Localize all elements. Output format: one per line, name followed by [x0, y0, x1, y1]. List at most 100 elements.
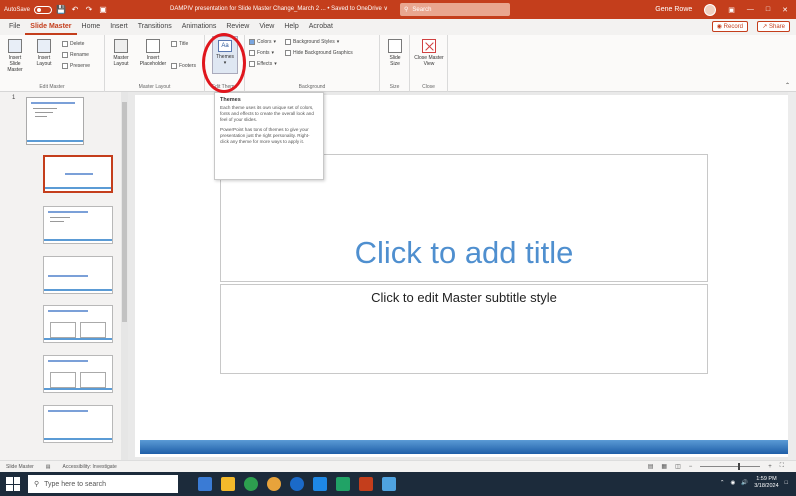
search-placeholder: Search	[412, 6, 432, 13]
user-name[interactable]: Gene Rowe	[655, 6, 692, 13]
delete-button[interactable]: Delete	[62, 41, 84, 47]
hide-background-graphics-label: Hide Background Graphics	[293, 50, 353, 56]
maximize-icon[interactable]: □	[766, 6, 770, 13]
avatar[interactable]	[704, 3, 717, 16]
network-icon[interactable]: ◉	[731, 480, 736, 486]
rename-button[interactable]: Rename	[62, 52, 89, 58]
undo-icon[interactable]: ↶	[70, 5, 80, 15]
layout-thumbnail[interactable]	[43, 155, 113, 193]
zoom-slider[interactable]	[700, 463, 761, 470]
layout-thumbnail[interactable]	[43, 355, 113, 393]
fit-slide-icon[interactable]: ⛶	[780, 463, 784, 470]
title-checkbox[interactable]: Title	[171, 41, 188, 47]
rename-icon	[62, 52, 68, 58]
tab-insert[interactable]: Insert	[105, 19, 133, 35]
clock[interactable]: 1:59 PM 3/18/2024	[754, 476, 778, 490]
language-icon[interactable]: ▤	[46, 464, 51, 470]
slide-size-button[interactable]: Slide Size	[384, 39, 406, 67]
master-thumbnail[interactable]	[26, 97, 84, 145]
file-explorer-icon[interactable]	[221, 477, 235, 491]
reading-view-icon[interactable]: ◫	[675, 463, 681, 470]
search-box[interactable]: ⚲ Search	[400, 3, 510, 16]
document-title[interactable]: DAMPIV presentation for Slide Master Cha…	[170, 5, 388, 12]
powerpoint-icon[interactable]	[359, 477, 373, 491]
view-status: Slide Master	[6, 463, 34, 470]
insert-slide-master-button[interactable]: Insert Slide Master	[3, 39, 27, 73]
volume-icon[interactable]: 🔊	[741, 480, 748, 486]
status-bar: Slide Master ▤ Accessibility: Investigat…	[0, 460, 796, 472]
ribbon-display-icon[interactable]: ▣	[728, 6, 735, 14]
autosave-toggle[interactable]	[34, 5, 53, 14]
zoom-out-icon[interactable]: −	[689, 464, 693, 470]
subtitle-placeholder[interactable]: Click to edit Master subtitle style	[220, 284, 708, 374]
collapse-ribbon-icon[interactable]: ⌃	[785, 82, 790, 89]
notifications-icon[interactable]: □	[785, 480, 788, 486]
layout-thumbnail[interactable]	[43, 405, 113, 443]
task-view-icon[interactable]	[198, 477, 212, 491]
master-layout-button[interactable]: Master Layout	[109, 39, 133, 67]
record-label: Record	[723, 24, 743, 30]
save-icon[interactable]: 💾	[56, 5, 66, 15]
tab-slide-master[interactable]: Slide Master	[25, 19, 77, 35]
chevron-up-icon[interactable]: ⌃	[720, 480, 725, 486]
slide-sorter-icon[interactable]: ▦	[661, 463, 667, 470]
scrollbar-thumb[interactable]	[122, 102, 127, 322]
group-label-close: Close	[422, 84, 435, 90]
checkbox-icon	[171, 41, 177, 47]
effects-label: Effects	[257, 61, 273, 67]
layout-thumbnail[interactable]	[43, 206, 113, 244]
tab-transitions[interactable]: Transitions	[133, 19, 177, 35]
taskbar-search[interactable]: ⚲ Type here to search	[28, 475, 178, 493]
delete-icon	[62, 41, 68, 47]
windows-start-icon[interactable]	[6, 477, 20, 491]
background-styles-dropdown[interactable]: Background Styles ▾	[285, 39, 339, 45]
tab-home[interactable]: Home	[77, 19, 106, 35]
close-master-view-icon	[422, 39, 436, 53]
title-checkbox-label: Title	[179, 41, 189, 47]
zoom-in-icon[interactable]: +	[768, 464, 772, 470]
share-button[interactable]: ↗ Share	[757, 21, 790, 32]
insert-placeholder-button[interactable]: Insert Placeholder	[139, 39, 167, 67]
slide-subtitle: Click to edit Master subtitle style	[371, 290, 557, 305]
tab-acrobat[interactable]: Acrobat	[304, 19, 338, 35]
preserve-icon	[62, 63, 68, 69]
taskbar-search-placeholder: Type here to search	[44, 480, 107, 488]
group-label-size: Size	[389, 84, 400, 90]
record-button[interactable]: ◉ Record	[711, 21, 748, 32]
edge-icon[interactable]	[244, 477, 258, 491]
tab-file[interactable]: File	[4, 19, 25, 35]
slide-title: Click to add title	[354, 235, 574, 270]
fonts-dropdown[interactable]: Fonts ▾	[249, 50, 274, 56]
insert-layout-button[interactable]: Insert Layout	[32, 39, 56, 67]
present-icon[interactable]: ▣	[98, 5, 108, 15]
effects-dropdown[interactable]: Effects ▾	[249, 61, 277, 67]
group-master-layout: Master Layout Insert Placeholder Title F…	[105, 35, 205, 92]
tab-view[interactable]: View	[254, 19, 279, 35]
tab-help[interactable]: Help	[279, 19, 303, 35]
tab-animations[interactable]: Animations	[177, 19, 222, 35]
slide-size-label: Slide Size	[389, 55, 401, 67]
outlook-icon[interactable]	[313, 477, 327, 491]
layout-thumbnail[interactable]	[43, 256, 113, 294]
hide-background-graphics-checkbox[interactable]: Hide Background Graphics	[285, 50, 353, 56]
close-master-view-label: Close Master View	[414, 55, 444, 67]
app-icon[interactable]	[290, 477, 304, 491]
checkbox-icon	[285, 50, 291, 56]
footers-checkbox[interactable]: Footers	[171, 63, 196, 69]
close-icon[interactable]: ✕	[782, 6, 788, 14]
excel-icon[interactable]	[336, 477, 350, 491]
thumbnails-scrollbar[interactable]	[121, 92, 128, 460]
canvas-scrollbar[interactable]	[788, 92, 796, 460]
layout-thumbnail[interactable]	[43, 305, 113, 343]
redo-icon[interactable]: ↷	[84, 5, 94, 15]
chrome-icon[interactable]	[267, 477, 281, 491]
app-icon[interactable]	[382, 477, 396, 491]
minimize-icon[interactable]: —	[747, 6, 754, 13]
search-icon: ⚲	[404, 7, 409, 13]
accessibility-status[interactable]: Accessibility: Investigate	[63, 464, 117, 470]
preserve-button[interactable]: Preserve	[62, 63, 90, 69]
close-master-view-button[interactable]: Close Master View	[414, 39, 444, 67]
normal-view-icon[interactable]: ▤	[648, 463, 654, 470]
colors-dropdown[interactable]: Colors ▾	[249, 39, 276, 45]
tooltip-text-1: Each theme uses its own unique set of co…	[220, 105, 314, 122]
